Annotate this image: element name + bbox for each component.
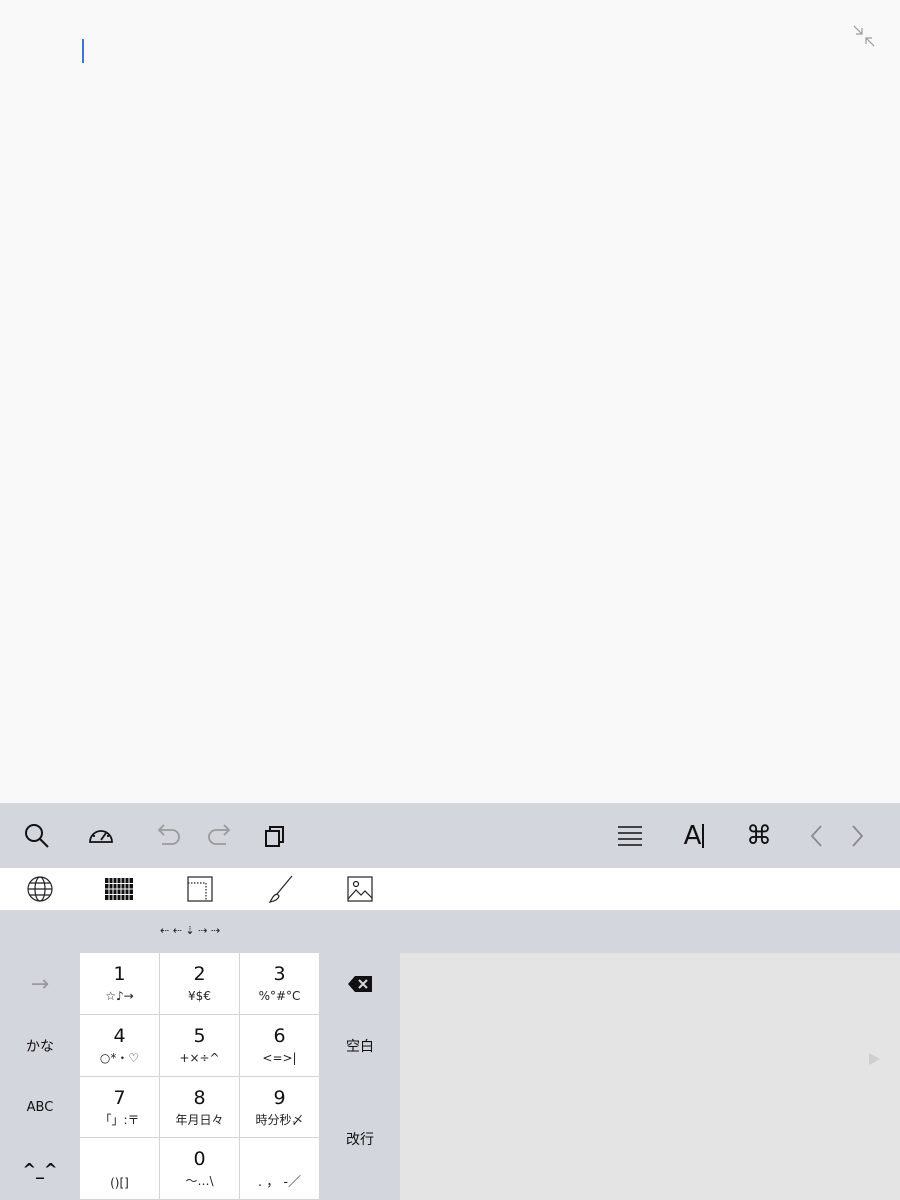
key-5[interactable]: 5 +×÷^ [160, 1015, 240, 1077]
undo-icon[interactable] [150, 819, 184, 853]
kana-label: かな [26, 1039, 54, 1055]
key-7[interactable]: 7 「」:〒 [80, 1077, 160, 1138]
command-icon[interactable]: ⌘ [742, 819, 776, 853]
search-icon[interactable] [20, 819, 54, 853]
emoticon-label: ^_^ [22, 1159, 58, 1179]
key-sub-label: 「」:〒 [99, 1112, 140, 1127]
backspace-icon [348, 976, 372, 992]
key-8[interactable]: 8 年月日々 [160, 1077, 240, 1138]
keyboard-grid-icon[interactable] [104, 874, 134, 904]
keyboard-extension-panel [400, 953, 900, 1200]
collapse-icon[interactable] [852, 24, 876, 48]
speedometer-icon[interactable] [84, 819, 118, 853]
return-label: 改行 [346, 1131, 374, 1148]
next-arrow-label: → [30, 971, 50, 997]
text-caret [82, 39, 84, 63]
ten-key-pad: → かな ABC ^_^ 1 ☆♪→ 2 ¥$€ 3 %°#°C 4 ○*・♡ … [0, 953, 400, 1200]
key-sub-label: 年月日々 [175, 1112, 224, 1127]
key-6[interactable]: 6 <=>| [240, 1015, 320, 1077]
key-sub-label: 〜…\ [185, 1174, 214, 1188]
key-sub-label: +×÷^ [179, 1051, 220, 1065]
brush-icon[interactable] [266, 874, 296, 904]
text-editor[interactable] [0, 0, 900, 803]
selection-box-icon[interactable] [185, 874, 215, 904]
candidate-bar [0, 910, 900, 953]
redo-icon[interactable] [204, 819, 238, 853]
key-main-label: 4 [113, 1025, 126, 1047]
play-icon[interactable] [866, 1051, 882, 1067]
chevron-right-icon[interactable] [840, 819, 874, 853]
return-key[interactable]: 改行 [320, 1077, 400, 1200]
key-brackets[interactable]: ()[] [80, 1138, 160, 1200]
key-sub-label: . ， -／ [257, 1175, 302, 1190]
key-main-label: 6 [273, 1025, 286, 1047]
key-sub-label: <=>| [262, 1051, 297, 1065]
key-sub-label: 時分秒〆 [255, 1112, 304, 1127]
key-9[interactable]: 9 時分秒〆 [240, 1077, 320, 1138]
space-label: 空白 [346, 1039, 374, 1055]
key-main-label: 8 [193, 1086, 206, 1109]
key-sub-label: %°#°C [258, 989, 301, 1003]
key-2[interactable]: 2 ¥$€ [160, 953, 240, 1015]
kana-mode-key[interactable]: かな [0, 1015, 80, 1077]
next-candidate-key[interactable]: → [0, 953, 80, 1015]
key-sub-label: ☆♪→ [105, 989, 134, 1003]
key-punctuation[interactable]: . ， -／ [240, 1138, 320, 1200]
globe-icon[interactable] [25, 874, 55, 904]
key-4[interactable]: 4 ○*・♡ [80, 1015, 160, 1077]
cursor-arrows-hint[interactable]: ⇠ ⇠ ⇣ ⇢ ⇢ [160, 912, 220, 950]
align-justify-icon[interactable] [613, 819, 647, 853]
command-label: ⌘ [746, 821, 772, 851]
abc-mode-key[interactable]: ABC [0, 1077, 80, 1138]
key-main-label: 7 [113, 1086, 126, 1109]
image-icon[interactable] [345, 874, 375, 904]
key-main-label: 9 [273, 1086, 286, 1109]
keyboard-tool-row [0, 868, 900, 910]
key-main-label: 2 [193, 963, 206, 985]
key-0[interactable]: 0 〜…\ [160, 1138, 240, 1200]
text-cursor-icon[interactable]: A [677, 819, 711, 853]
key-1[interactable]: 1 ☆♪→ [80, 953, 160, 1015]
key-main-label: 1 [113, 963, 126, 985]
space-key[interactable]: 空白 [320, 1015, 400, 1077]
editor-toolbar: A ⌘ [0, 803, 900, 868]
key-sub-label: ()[] [110, 1176, 129, 1190]
key-sub-label: ○*・♡ [99, 1051, 140, 1065]
key-main-label: 0 [193, 1148, 206, 1170]
backspace-key[interactable] [320, 953, 400, 1015]
key-main-label: 5 [193, 1025, 206, 1047]
key-sub-label: ¥$€ [188, 989, 211, 1003]
text-format-label: A [683, 821, 702, 851]
chevron-left-icon[interactable] [800, 819, 834, 853]
key-main-label: 3 [273, 963, 286, 985]
copy-icon[interactable] [258, 819, 292, 853]
abc-label: ABC [26, 1100, 54, 1115]
emoticon-key[interactable]: ^_^ [0, 1138, 80, 1200]
key-3[interactable]: 3 %°#°C [240, 953, 320, 1015]
